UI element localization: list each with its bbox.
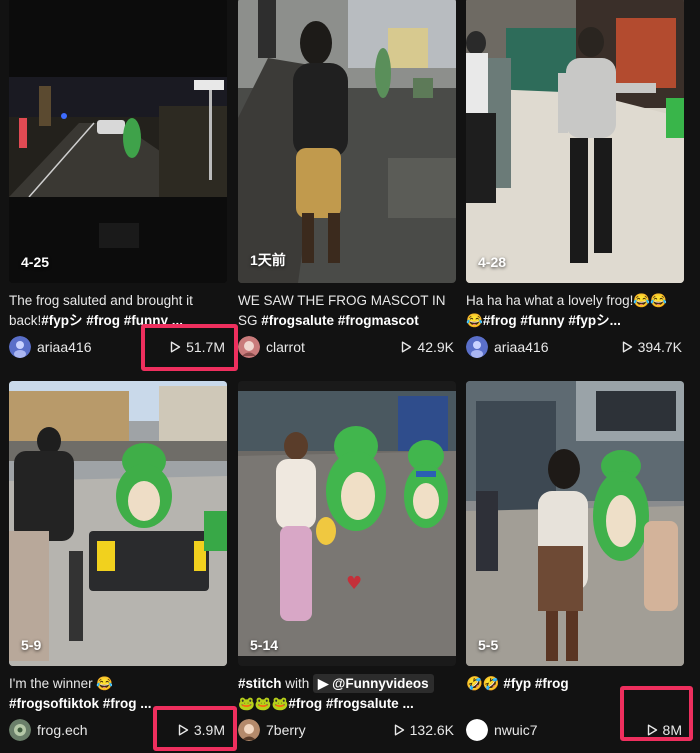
author-name: nwuic7 [494, 722, 538, 738]
view-count-value: 42.9K [417, 339, 454, 355]
avatar [466, 719, 488, 741]
author-link[interactable]: ariaa416 [9, 334, 92, 360]
view-count-value: 3.9M [193, 722, 225, 738]
caption-hashtags[interactable]: #frogsalute #frogmascot [261, 313, 419, 328]
video-date: 4-25 [21, 254, 50, 270]
video-caption[interactable]: #stitch with ▶ @Funnyvideos 🐸🐸🐸#frog #fro… [238, 674, 456, 714]
video-grid: 4-25 The frog saluted and brought it bac… [0, 0, 700, 753]
caption-hashtags[interactable]: #frog #funny #fypシ... [483, 313, 621, 328]
avatar [238, 719, 260, 741]
author-link[interactable]: frog.ech [9, 717, 88, 743]
video-card: ♥ 5-14 #stitch with ▶ @Funnyvideos 🐸🐸🐸#fr… [238, 381, 456, 743]
author-name: ariaa416 [494, 339, 549, 355]
view-count: 3.9M [178, 717, 225, 743]
caption-mention[interactable]: ▶ @Funnyvideos [313, 674, 434, 693]
play-outline-icon [170, 341, 181, 353]
play-outline-icon [394, 724, 404, 736]
view-count-value: 132.6K [409, 722, 454, 738]
video-date: 5-14 [250, 637, 279, 653]
caption-text: 🤣🤣 [466, 676, 504, 691]
video-thumbnail[interactable]: 1天前 [238, 0, 456, 283]
video-date: 5-9 [21, 637, 42, 653]
video-caption[interactable]: 🤣🤣 #fyp #frog [466, 674, 684, 714]
thumbnail-image [466, 381, 684, 666]
caption-hashtags[interactable]: #fypシ #frog #funny ... [41, 313, 183, 328]
avatar [9, 719, 31, 741]
author-link[interactable]: 7berry [238, 717, 306, 743]
avatar [466, 336, 488, 358]
caption-hashtags[interactable]: #frogsoftiktok #frog ... [9, 696, 152, 711]
video-caption[interactable]: WE SAW THE FROG MASCOT IN SG #frogsalute… [238, 291, 456, 331]
svg-text:♥: ♥ [346, 573, 362, 594]
video-meta: ariaa416 394.7K [466, 334, 684, 360]
view-count: 394.7K [622, 334, 682, 360]
view-count-value: 394.7K [637, 339, 682, 355]
view-count-value: 51.7M [186, 339, 225, 355]
video-meta: ariaa416 51.7M [9, 334, 227, 360]
video-caption[interactable]: The frog saluted and brought it back!#fy… [9, 291, 227, 331]
avatar [9, 336, 31, 358]
avatar [238, 336, 260, 358]
video-thumbnail[interactable]: 5-5 [466, 381, 684, 666]
video-card: 1天前 WE SAW THE FROG MASCOT IN SG #frogsa… [238, 0, 456, 360]
play-outline-icon [622, 341, 632, 353]
video-date: 4-28 [478, 254, 507, 270]
author-name: clarrot [266, 339, 305, 355]
video-caption[interactable]: I'm the winner 😂 #frogsoftiktok #frog ... [9, 674, 227, 714]
video-meta: nwuic7 8M [466, 717, 684, 743]
caption-with: with [281, 676, 314, 691]
video-thumbnail[interactable]: 4-28 [466, 0, 684, 283]
video-meta: clarrot 42.9K [238, 334, 456, 360]
video-meta: 7berry 132.6K [238, 717, 456, 743]
caption-hashtags[interactable]: 🐸🐸🐸#frog #frogsalute ... [238, 696, 414, 711]
video-date: 1天前 [250, 252, 286, 268]
video-card: 4-25 The frog saluted and brought it bac… [9, 0, 227, 360]
thumbnail-image [9, 381, 227, 666]
author-name: 7berry [266, 722, 306, 738]
play-outline-icon [402, 341, 412, 353]
author-link[interactable]: nwuic7 [466, 717, 538, 743]
author-link[interactable]: clarrot [238, 334, 305, 360]
play-outline-icon [647, 724, 657, 736]
video-thumbnail[interactable]: 5-9 [9, 381, 227, 666]
view-count: 42.9K [401, 334, 454, 360]
thumbnail-image: ♥ [238, 381, 456, 666]
author-name: frog.ech [37, 722, 88, 738]
view-count-value: 8M [662, 722, 682, 738]
author-link[interactable]: ariaa416 [466, 334, 549, 360]
thumbnail-image [9, 0, 227, 283]
view-count: 8M [647, 717, 682, 743]
video-card: 4-28 Ha ha ha what a lovely frog!😂😂😂#fro… [466, 0, 684, 360]
view-count: 132.6K [394, 717, 454, 743]
play-outline-icon [178, 724, 189, 736]
video-card: 5-5 🤣🤣 #fyp #frog nwuic7 8M [466, 381, 684, 743]
author-name: ariaa416 [37, 339, 92, 355]
video-card: 5-9 I'm the winner 😂 #frogsoftiktok #frog… [9, 381, 227, 743]
caption-text: I'm the winner 😂 [9, 676, 114, 691]
video-caption[interactable]: Ha ha ha what a lovely frog!😂😂😂#frog #fu… [466, 291, 684, 331]
video-date: 5-5 [478, 637, 499, 653]
video-thumbnail[interactable]: ♥ 5-14 [238, 381, 456, 666]
video-thumbnail[interactable]: 4-25 [9, 0, 227, 283]
caption-stitch[interactable]: #stitch [238, 676, 282, 691]
thumbnail-image [238, 0, 456, 283]
caption-hashtags[interactable]: #fyp #frog [503, 676, 568, 691]
view-count: 51.7M [170, 334, 225, 360]
thumbnail-image [466, 0, 684, 283]
video-meta: frog.ech 3.9M [9, 717, 227, 743]
